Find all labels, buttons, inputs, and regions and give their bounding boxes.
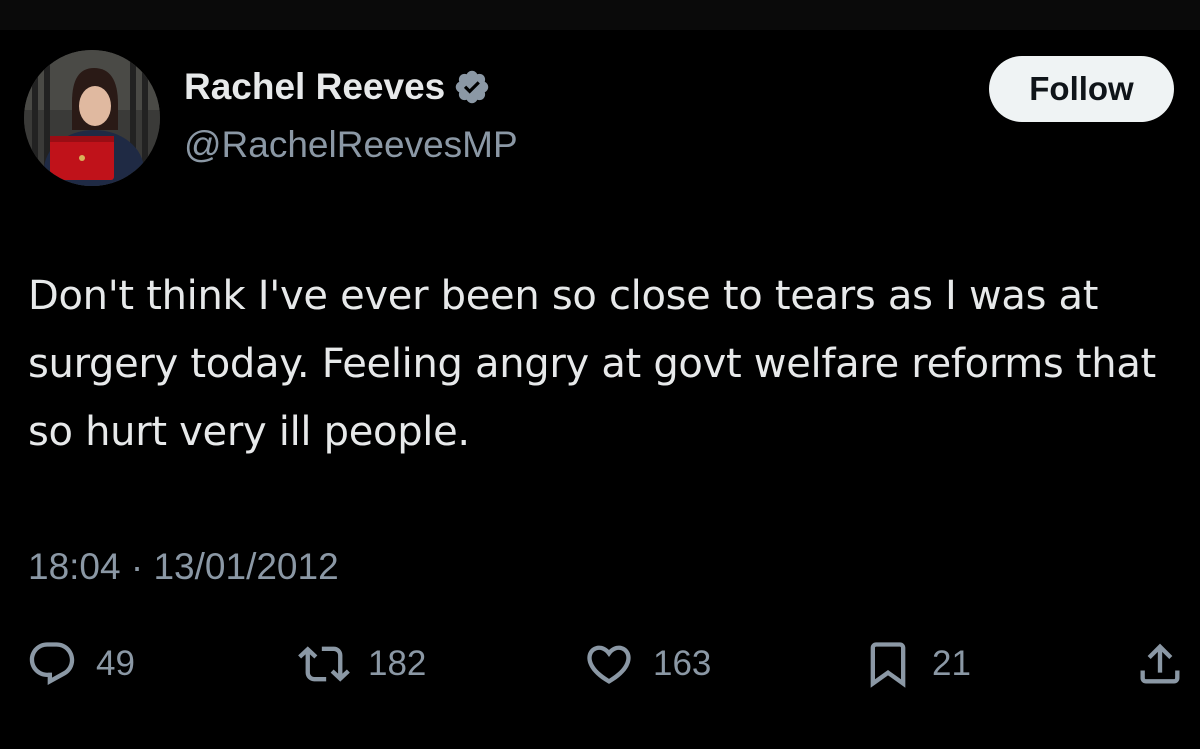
retweet-count: 182: [368, 644, 427, 683]
reply-count: 49: [96, 644, 135, 683]
author-handle[interactable]: @RachelReevesMP: [184, 124, 518, 166]
share-button[interactable]: [1134, 636, 1186, 692]
avatar[interactable]: [24, 50, 160, 186]
reply-button[interactable]: 49: [26, 636, 135, 692]
author-name-text[interactable]: Rachel Reeves: [184, 66, 445, 108]
avatar-photo: [24, 50, 160, 186]
reply-icon: [29, 642, 75, 686]
retweet-button[interactable]: 182: [298, 636, 426, 692]
bookmark-button[interactable]: 21: [862, 636, 971, 692]
tweet-text: Don't think I've ever been so close to t…: [28, 273, 1156, 455]
tweet-date[interactable]: 13/01/2012: [153, 546, 338, 587]
verified-badge-icon: [456, 70, 489, 104]
share-icon: [1140, 643, 1180, 684]
author-name[interactable]: Rachel Reeves: [184, 66, 491, 108]
follow-button[interactable]: Follow: [989, 56, 1174, 122]
tweet-time[interactable]: 18:04: [28, 546, 121, 587]
like-button[interactable]: 163: [583, 636, 711, 692]
top-bar: [0, 0, 1200, 30]
tweet-timestamp[interactable]: 18:04 · 13/01/2012: [28, 546, 339, 588]
timestamp-separator: ·: [130, 546, 144, 587]
retweet-icon: [298, 646, 350, 682]
bookmark-count: 21: [932, 644, 971, 683]
bookmark-icon: [870, 642, 906, 688]
like-count: 163: [653, 644, 712, 683]
heart-icon: [587, 645, 631, 684]
